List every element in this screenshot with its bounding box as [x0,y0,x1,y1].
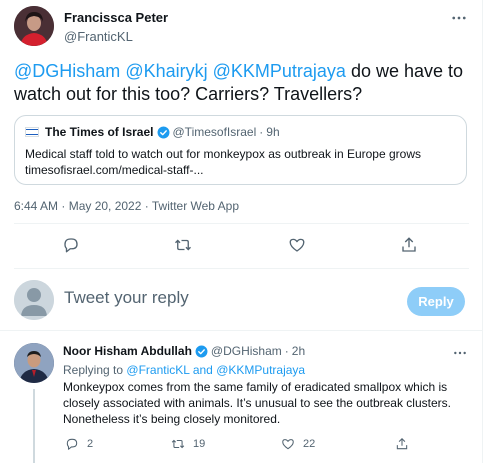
replying-to-and[interactable]: and [193,363,213,377]
quoted-dot: · [259,125,264,139]
reply-age[interactable]: 2h [292,344,305,358]
reply-dot: · [284,344,289,358]
more-icon[interactable] [450,343,470,363]
tweet-action-bar [14,236,469,256]
author-name[interactable]: Francissca Peter [64,10,168,25]
reply-icon [66,438,78,450]
divider [0,330,482,331]
tweet-text: @DGHisham @Khairykj @KKMPutrajaya do we … [14,60,469,106]
share-icon[interactable] [400,236,418,254]
share-icon [396,438,408,450]
mention-link[interactable]: @KKMPutrajaya [213,61,346,81]
verified-badge-icon [157,126,170,139]
quoted-author-handle[interactable]: @TimesofIsrael [173,125,257,139]
reply-composer: Tweet your reply Reply [0,276,482,326]
quoted-tweet-text: Medical staff told to watch out for monk… [25,146,455,178]
quoted-tweet-header: The Times of Israel @TimesofIsrael · 9h [25,124,280,140]
replying-to-user[interactable]: @KKMPutrajaya [216,363,305,377]
quoted-headline: Medical staff told to watch out for monk… [25,147,421,161]
heart-icon[interactable] [288,236,306,254]
replying-to-user[interactable]: @FranticKL [126,363,189,377]
author-handle[interactable]: @FranticKL [64,29,133,44]
quoted-author-name[interactable]: The Times of Israel [45,125,154,139]
reply-author-avatar[interactable] [14,343,54,383]
reply-input[interactable]: Tweet your reply [64,288,189,308]
reply-action[interactable]: 2 [65,437,93,451]
reply-tweet[interactable]: Noor Hisham Abdullah @DGHisham · 2h Repl… [0,333,482,463]
reply-author-handle[interactable]: @DGHisham [211,344,282,358]
retweet-action[interactable]: 19 [171,437,205,451]
replying-to: Replying to @FranticKL and @KKMPutrajaya [63,363,305,377]
mention-link[interactable]: @DGHisham [14,61,120,81]
author-avatar[interactable] [14,6,54,46]
reply-icon[interactable] [62,236,80,254]
quoted-link[interactable]: timesofisrael.com/medical-staff-... [25,162,455,178]
israel-flag-icon [25,127,39,137]
reply-action-bar: 2 19 22 [63,437,473,453]
reply-tweet-header: Noor Hisham Abdullah @DGHisham · 2h [63,344,305,358]
reply-button[interactable]: Reply [407,287,465,316]
retweet-count: 19 [193,438,206,450]
divider [14,268,469,269]
reply-count: 2 [87,438,94,450]
retweet-icon[interactable] [174,236,192,254]
heart-icon [282,439,294,450]
default-avatar-icon [14,280,54,320]
tweet-timestamp[interactable]: 6:44 AM · May 20, 2022 · Twitter Web App [14,199,239,213]
retweet-icon [171,439,185,449]
share-action[interactable] [395,437,409,451]
mention-link[interactable]: @Khairykj [125,61,207,81]
like-count: 22 [303,438,316,450]
reply-author-name[interactable]: Noor Hisham Abdullah [63,344,192,358]
more-icon[interactable] [449,8,469,28]
quoted-tweet-card[interactable]: The Times of Israel @TimesofIsrael · 9h … [14,115,467,185]
verified-badge-icon [195,345,208,358]
replying-to-label: Replying to [63,363,124,377]
like-action[interactable]: 22 [281,437,315,451]
thread-line [33,389,35,463]
divider [14,223,469,224]
reply-tweet-text: Monkeypox comes from the same family of … [63,380,451,426]
tweet-header: Francissca Peter @FranticKL [14,6,469,46]
quoted-age[interactable]: 9h [266,125,279,139]
